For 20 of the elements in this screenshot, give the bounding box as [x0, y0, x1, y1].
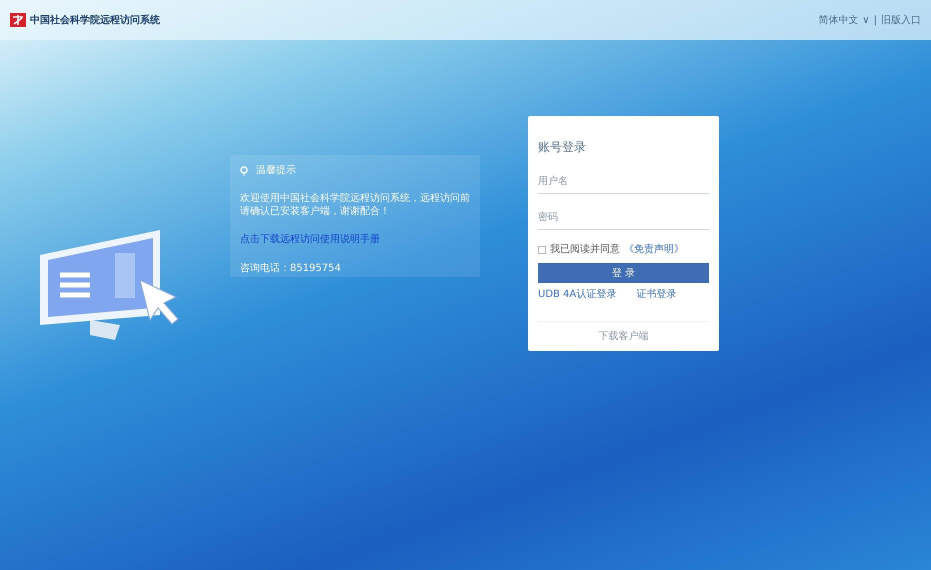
login-button[interactable]: 登 录 — [538, 263, 709, 283]
logo-icon — [10, 13, 26, 27]
phone-text: 咨询电话：85195754 — [240, 262, 342, 276]
notice-message: 欢迎使用中国社会科学院远程访问系统，远程访问前请确认已安装客户端，谢谢配合！ — [240, 192, 470, 218]
notice-title: 温馨提示 — [256, 164, 296, 178]
language-selector[interactable]: 简体中文 ∨ — [818, 12, 870, 28]
client-download-link[interactable]: 下载客户端 — [598, 329, 648, 344]
disclaimer-link[interactable]: 《免责声明》 — [624, 242, 684, 257]
agree-checkbox[interactable] — [538, 246, 546, 254]
alt-login-link[interactable]: 证书登录 — [636, 287, 676, 302]
pin-icon — [240, 166, 248, 176]
manual-download-link[interactable]: 点击下载远程访问使用说明手册 — [240, 232, 470, 247]
login-title: 账号登录 — [538, 139, 587, 156]
alt-login-link[interactable]: UDB 4A认证登录 — [538, 287, 616, 302]
username-field[interactable]: 用户名 — [538, 170, 709, 194]
logo-text: 中国社会科学院远程访问系统 — [30, 13, 160, 28]
separator-text: | — [874, 14, 877, 28]
old-version-link[interactable]: 旧版入口 — [881, 12, 921, 28]
password-field[interactable]: 密码 — [538, 206, 709, 230]
agree-label: 我已阅读并同意 — [550, 242, 620, 257]
